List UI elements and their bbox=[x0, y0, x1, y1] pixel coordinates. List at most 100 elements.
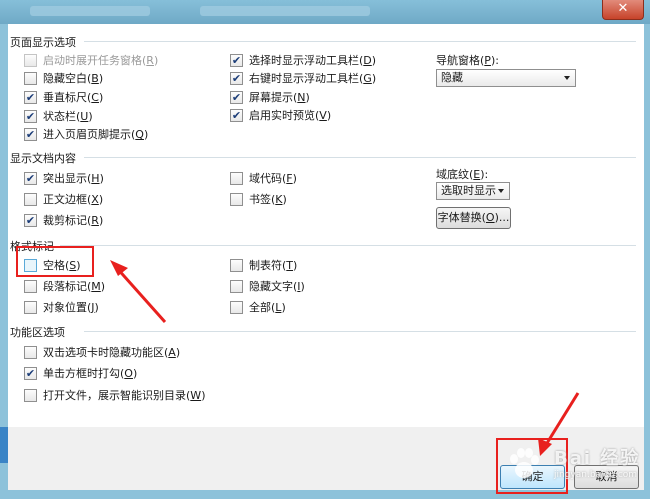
nav-pane-value: 隐藏 bbox=[441, 71, 463, 84]
option-label: 正文边框(X) bbox=[43, 193, 104, 206]
checkbox[interactable] bbox=[24, 388, 37, 402]
paw-logo-icon bbox=[510, 448, 539, 478]
checkbox[interactable]: ✔ bbox=[24, 213, 37, 227]
option-label: 垂直标尺(C) bbox=[43, 91, 104, 104]
option-text-boundaries[interactable]: 正文边框(X) bbox=[24, 191, 103, 207]
option-label: 单击方框时打勾(O) bbox=[43, 367, 138, 380]
nav-pane-label: 导航窗格(P): bbox=[436, 54, 499, 67]
section-title: 显示文档内容 bbox=[10, 152, 76, 165]
checkbox[interactable]: ✔ bbox=[230, 53, 243, 67]
field-shading-dropdown[interactable]: 选取时显示 bbox=[436, 182, 510, 200]
option-header-footer-tips[interactable]: ✔ 进入页眉页脚提示(Q) bbox=[24, 126, 148, 142]
option-label: 启用实时预览(V) bbox=[249, 109, 332, 122]
checkmark-icon: ✔ bbox=[231, 71, 242, 85]
section-doc-content: 显示文档内容 bbox=[10, 150, 636, 165]
option-click-to-check[interactable]: ✔ 单击方框时打勾(O) bbox=[24, 365, 137, 381]
blurred-title-text bbox=[200, 6, 370, 16]
watermark: Bai 经验 jingyan.baidu.com bbox=[504, 444, 644, 492]
close-icon: ✕ bbox=[617, 1, 629, 16]
option-smart-toc[interactable]: 打开文件，展示智能识别目录(W) bbox=[24, 387, 205, 403]
watermark-url: jingyan.baidu.com bbox=[554, 470, 638, 480]
checkbox[interactable] bbox=[230, 171, 243, 185]
option-label: 书签(K) bbox=[249, 193, 287, 206]
checkbox[interactable] bbox=[24, 345, 37, 359]
checkmark-icon: ✔ bbox=[25, 213, 36, 227]
option-label: 状态栏(U) bbox=[43, 110, 93, 123]
checkbox[interactable] bbox=[230, 258, 243, 272]
chevron-down-icon bbox=[498, 189, 504, 193]
checkbox[interactable]: ✔ bbox=[230, 108, 243, 122]
font-substitution-button[interactable]: 字体替换(O)... bbox=[436, 207, 511, 229]
section-page-display: 页面显示选项 bbox=[10, 34, 636, 49]
option-expand-task-pane[interactable]: 启动时展开任务窗格(R) bbox=[24, 52, 158, 68]
field-shading-label: 域底纹(E): bbox=[436, 168, 489, 181]
option-hidden-text[interactable]: 隐藏文字(I) bbox=[230, 278, 305, 294]
option-status-bar[interactable]: ✔ 状态栏(U) bbox=[24, 108, 93, 124]
checkbox[interactable] bbox=[24, 300, 37, 314]
option-bookmarks[interactable]: 书签(K) bbox=[230, 191, 287, 207]
option-object-anchors[interactable]: 对象位置(J) bbox=[24, 299, 99, 315]
option-label: 突出显示(H) bbox=[43, 172, 104, 185]
option-label: 双击选项卡时隐藏功能区(A) bbox=[43, 346, 181, 359]
section-divider bbox=[84, 157, 636, 158]
section-title: 页面显示选项 bbox=[10, 36, 76, 49]
option-screen-tips[interactable]: ✔ 屏幕提示(N) bbox=[230, 89, 310, 105]
checkbox[interactable]: ✔ bbox=[24, 90, 37, 104]
section-title: 功能区选项 bbox=[10, 326, 65, 339]
option-paragraph-marks[interactable]: 段落标记(M) bbox=[24, 278, 105, 294]
checkmark-icon: ✔ bbox=[25, 90, 36, 104]
option-live-preview[interactable]: ✔ 启用实时预览(V) bbox=[230, 107, 331, 123]
option-label: 段落标记(M) bbox=[43, 280, 106, 293]
checkbox[interactable]: ✔ bbox=[24, 109, 37, 123]
option-show-all[interactable]: 全部(L) bbox=[230, 299, 286, 315]
blurred-title-text bbox=[30, 6, 150, 16]
checkbox[interactable]: ✔ bbox=[24, 366, 37, 380]
annotation-highlight-box bbox=[16, 246, 94, 277]
option-hide-ribbon-dblclick[interactable]: 双击选项卡时隐藏功能区(A) bbox=[24, 344, 180, 360]
checkmark-icon: ✔ bbox=[25, 171, 36, 185]
checkmark-icon: ✔ bbox=[25, 127, 36, 141]
option-label: 打开文件，展示智能识别目录(W) bbox=[43, 389, 206, 402]
section-ribbon: 功能区选项 bbox=[10, 324, 636, 339]
checkbox[interactable]: ✔ bbox=[230, 71, 243, 85]
option-vertical-ruler[interactable]: ✔ 垂直标尺(C) bbox=[24, 89, 103, 105]
option-tab-characters[interactable]: 制表符(T) bbox=[230, 257, 297, 273]
checkbox[interactable] bbox=[230, 279, 243, 293]
option-field-codes[interactable]: 域代码(F) bbox=[230, 170, 297, 186]
button-label: 字体替换(O)... bbox=[437, 211, 510, 224]
checkbox[interactable] bbox=[24, 279, 37, 293]
option-floating-toolbar-rightclick[interactable]: ✔ 右键时显示浮动工具栏(G) bbox=[230, 70, 376, 86]
section-divider bbox=[60, 245, 636, 246]
checkmark-icon: ✔ bbox=[231, 90, 242, 104]
option-highlight[interactable]: ✔ 突出显示(H) bbox=[24, 170, 104, 186]
checkbox[interactable] bbox=[24, 71, 37, 85]
option-label: 启动时展开任务窗格(R) bbox=[43, 54, 159, 67]
option-label: 对象位置(J) bbox=[43, 301, 99, 314]
option-label: 域代码(F) bbox=[249, 172, 297, 185]
field-shading-value: 选取时显示 bbox=[441, 184, 496, 197]
option-hide-whitespace[interactable]: 隐藏空白(B) bbox=[24, 70, 103, 86]
option-floating-toolbar-select[interactable]: ✔ 选择时显示浮动工具栏(D) bbox=[230, 52, 376, 68]
option-label: 选择时显示浮动工具栏(D) bbox=[249, 54, 377, 67]
option-label: 进入页眉页脚提示(Q) bbox=[43, 128, 149, 141]
nav-pane-dropdown[interactable]: 隐藏 bbox=[436, 69, 576, 87]
checkbox[interactable] bbox=[230, 300, 243, 314]
window-frame-right bbox=[644, 24, 650, 499]
option-crop-marks[interactable]: ✔ 裁剪标记(R) bbox=[24, 212, 103, 228]
checkmark-icon: ✔ bbox=[25, 109, 36, 123]
checkbox[interactable] bbox=[24, 192, 37, 206]
close-button[interactable]: ✕ bbox=[602, 0, 644, 20]
checkbox[interactable]: ✔ bbox=[24, 127, 37, 141]
checkbox[interactable] bbox=[24, 53, 37, 67]
checkbox[interactable]: ✔ bbox=[230, 90, 243, 104]
option-label: 全部(L) bbox=[249, 301, 286, 314]
title-bar: ✕ bbox=[0, 0, 650, 24]
checkbox[interactable]: ✔ bbox=[24, 171, 37, 185]
checkbox[interactable] bbox=[230, 192, 243, 206]
option-label: 隐藏文字(I) bbox=[249, 280, 305, 293]
checkmark-icon: ✔ bbox=[25, 366, 36, 380]
left-accent-strip bbox=[0, 427, 8, 463]
checkmark-icon: ✔ bbox=[231, 53, 242, 67]
section-format-marks: 格式标记 bbox=[10, 238, 636, 253]
section-divider bbox=[84, 41, 636, 42]
